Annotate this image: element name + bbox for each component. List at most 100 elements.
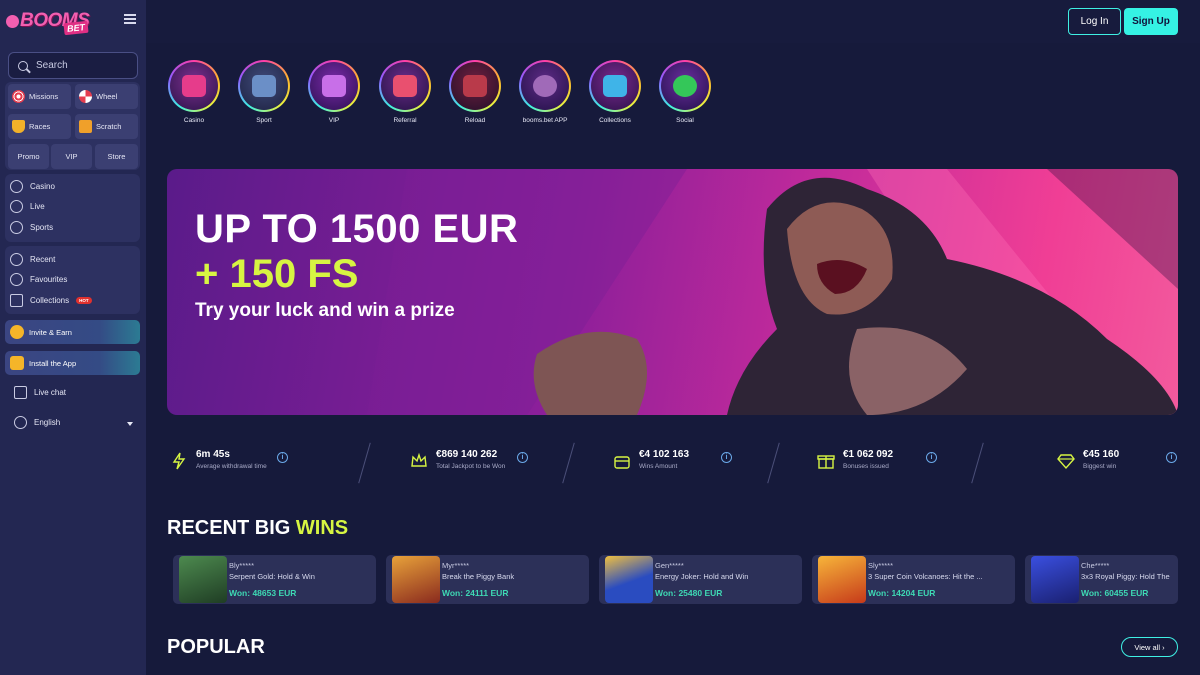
tab-promo[interactable]: Promo [8,144,49,169]
booms-bet-logo[interactable]: BOOMS BET [6,9,90,39]
win-amount: Won: 14204 EUR [868,588,936,598]
win-amount: Won: 60455 EUR [1081,588,1149,598]
races-button[interactable]: Races [8,114,71,139]
signup-button[interactable]: Sign Up [1124,8,1178,35]
game-thumbnail [1031,556,1079,603]
stat-biggest-win: €45 160 Biggest win [1057,449,1119,470]
category-social[interactable]: Social [658,60,712,124]
sidebar-item-label: Sports [30,223,54,232]
win-card[interactable]: Sly***** 3 Super Coin Volcanoes: Hit the… [812,555,1015,604]
referral-icon [393,75,417,97]
diamond-icon [1057,454,1075,470]
stat-wins-amount: €4 102 163 Wins Amount [613,449,689,470]
info-icon[interactable]: i [277,452,288,463]
tab-vip[interactable]: VIP [51,144,92,169]
heart-icon [10,273,23,286]
win-card[interactable]: Bly***** Serpent Gold: Hold & Win Won: 4… [173,555,376,604]
book-icon [10,294,23,307]
crown-icon [411,452,427,467]
win-card[interactable]: Gen***** Energy Joker: Hold and Win Won:… [599,555,802,604]
category-label: Social [676,117,694,124]
category-vip[interactable]: VIP [307,60,361,124]
category-reload[interactable]: Reload [448,60,502,124]
title-main: RECENT BIG [167,517,296,539]
bomb-icon [6,15,19,28]
stat-value: 6m 45s [196,449,230,460]
banner-title: UP TO 1500 EUR [195,207,519,251]
game-thumbnail [392,556,440,603]
races-label: Races [29,122,51,131]
smile-icon [10,325,24,339]
invite-earn-label: Invite & Earn [29,327,72,337]
win-amount: Won: 24111 EUR [442,588,509,598]
chat-icon [14,386,27,399]
win-card[interactable]: Myr***** Break the Piggy Bank Won: 24111… [386,555,589,604]
hot-badge: HOT [76,297,92,304]
divider [562,442,575,484]
stat-label: Total Jackpot to be Won [436,463,506,470]
category-label: Collections [599,117,631,124]
category-label: VIP [328,117,340,124]
divider [971,442,984,484]
stat-label: Wins Amount [639,463,678,470]
win-user: Gen***** [655,561,684,570]
sidebar-item-recent[interactable]: Recent [10,253,55,266]
info-icon[interactable]: i [1166,452,1177,463]
promo-banner[interactable]: UP TO 1500 EUR + 150 FS Try your luck an… [167,169,1178,415]
win-game: Serpent Gold: Hold & Win [229,572,315,581]
category-app[interactable]: booms.bet APP [518,60,572,124]
invite-earn-button[interactable]: Invite & Earn [5,320,140,344]
promo-label: Promo [17,152,40,161]
top-header [146,0,1200,43]
vip-label: VIP [65,152,78,161]
chest-icon [614,456,630,469]
win-card[interactable]: Che***** 3x3 Royal Piggy: Hold The Won: … [1025,555,1178,604]
install-app-button[interactable]: Install the App [5,351,140,375]
install-app-label: Install the App [29,358,77,368]
stat-withdrawal-time: 6m 45s Average withdrawal time [170,449,267,470]
missions-button[interactable]: Missions [8,84,71,109]
sidebar-item-sports[interactable]: Sports [10,221,53,234]
win-game: 3x3 Royal Piggy: Hold The [1081,572,1170,581]
banner-subtitle: + 150 FS [195,252,359,296]
category-referral[interactable]: Referral [378,60,432,124]
view-all-button[interactable]: View all › [1121,637,1178,657]
info-icon[interactable]: i [517,452,528,463]
live-chat-link[interactable]: Live chat [14,386,66,399]
scratch-button[interactable]: Scratch [75,114,138,139]
stat-value: €1 062 092 [843,449,894,460]
language-select[interactable]: English [14,416,60,429]
category-label: Sport [256,117,272,124]
win-amount: Won: 25480 EUR [655,588,723,598]
recent-wins-title: RECENT BIG WINS [167,517,348,540]
tab-store[interactable]: Store [95,144,138,169]
stat-bonuses: €1 062 092 Bonuses issued [817,449,893,470]
download-icon [10,356,24,370]
win-amount: Won: 48653 EUR [229,588,297,598]
menu-icon[interactable] [124,14,136,24]
info-icon[interactable]: i [721,452,732,463]
sidebar-item-favourites[interactable]: Favourites [10,273,67,286]
app-mascot-icon [533,75,557,97]
login-button[interactable]: Log In [1068,8,1121,35]
search-icon [18,60,28,71]
scratch-card-icon [79,120,92,133]
category-sport[interactable]: Sport [237,60,291,124]
win-game: 3 Super Coin Volcanoes: Hit the ... [868,572,983,581]
sidebar-item-label: Live [30,202,45,211]
collections-icon [603,75,627,97]
category-collections[interactable]: Collections [588,60,642,124]
wheel-button[interactable]: Wheel [75,84,138,109]
info-icon[interactable]: i [926,452,937,463]
sidebar-item-live[interactable]: Live [10,200,45,213]
search-input[interactable]: Search [8,52,138,79]
divider [767,442,780,484]
sidebar-item-collections[interactable]: Collections HOT [10,294,92,307]
sidebar-item-casino[interactable]: Casino [10,180,55,193]
category-label: booms.bet APP [522,117,568,124]
stat-value: €4 102 163 [639,449,690,460]
category-casino[interactable]: Casino [167,60,221,124]
target-icon [12,90,25,103]
language-label: English [34,418,61,427]
chevron-down-icon[interactable] [127,422,133,426]
